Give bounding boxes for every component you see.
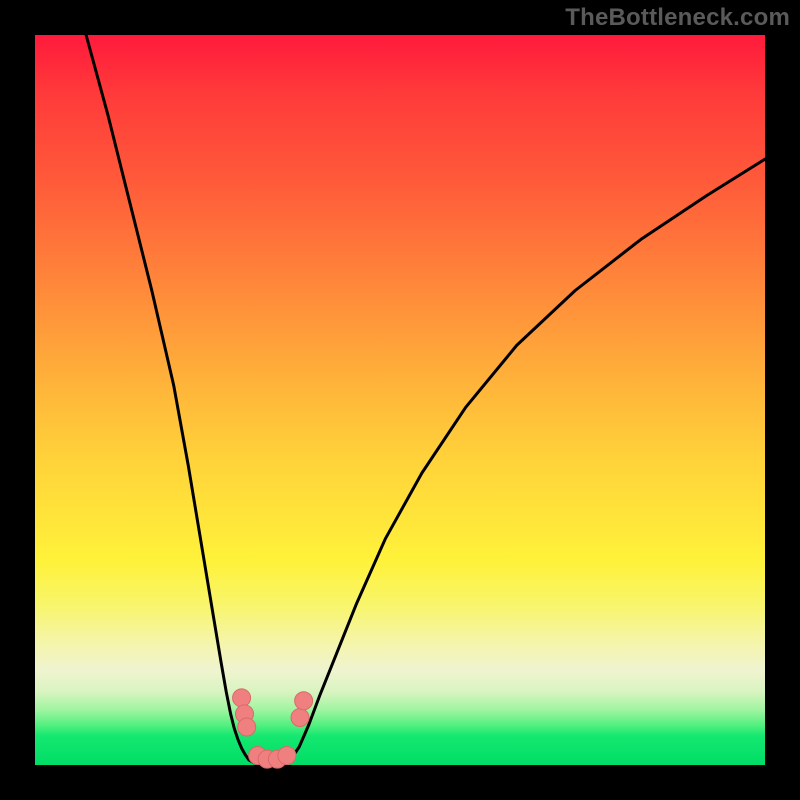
plot-area bbox=[35, 35, 765, 765]
chart-frame: TheBottleneck.com bbox=[0, 0, 800, 800]
marker-left-cluster-upper-3 bbox=[238, 718, 256, 736]
watermark-text: TheBottleneck.com bbox=[565, 4, 790, 32]
marker-left-cluster-upper-1 bbox=[233, 689, 251, 707]
marker-floor-4 bbox=[278, 747, 296, 765]
chart-svg bbox=[35, 35, 765, 765]
marker-right-cluster-1 bbox=[291, 709, 309, 727]
marker-right-cluster-2 bbox=[295, 692, 313, 710]
bottleneck-curve bbox=[86, 35, 765, 765]
